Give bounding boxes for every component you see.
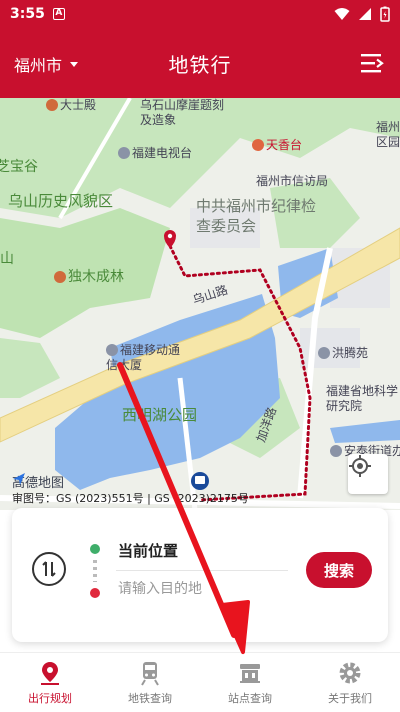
station-icon	[240, 663, 260, 683]
app-header: 福州市 地铁行	[0, 28, 400, 98]
tab-trip-planning[interactable]: 出行规划	[0, 653, 100, 712]
gear-icon	[339, 662, 361, 683]
tab-label: 站点查询	[228, 691, 272, 705]
map-label-wushan-temple: 乌石山摩崖题刻及造象	[140, 98, 225, 127]
locate-button[interactable]	[348, 454, 388, 494]
map-label-hongteng: 洪腾苑	[318, 344, 368, 361]
gaode-logo: 高德地图	[12, 472, 64, 491]
status-time: 3:55	[10, 6, 45, 22]
map-label-tv-tower: 福建电视台	[118, 144, 192, 161]
origin-field[interactable]: 当前位置	[118, 540, 178, 561]
map-label-tianxiangtai: 天香台	[252, 136, 302, 153]
tab-label: 地铁查询	[128, 691, 172, 705]
map-approval-number: 审图号：GS (2023)551号 | GS (2023)2175号	[12, 492, 249, 505]
location-pin-icon	[41, 661, 59, 685]
map-label-zhiguyan: 芝宝谷	[0, 159, 38, 175]
map-label-science-hall: 福建省地科学研究院	[326, 384, 399, 413]
bottom-tab-bar: 出行规划 地铁查询 站点查询 关于我们	[0, 652, 400, 712]
gaode-arrow-icon	[13, 473, 25, 485]
map-label-mobile-building: 福建移动通信大厦	[106, 343, 181, 372]
map-label-dashiyan: 大士殿	[46, 98, 96, 113]
tab-label: 关于我们	[328, 691, 372, 705]
tab-label: 出行规划	[28, 691, 72, 705]
status-icons	[334, 6, 390, 22]
map-label-fuzhou-district: 福州区园	[376, 120, 400, 149]
tab-metro-query[interactable]: 地铁查询	[100, 653, 200, 712]
start-marker-icon	[164, 230, 176, 248]
crosshair-icon	[349, 455, 371, 477]
start-dot	[90, 544, 100, 554]
destination-input[interactable]	[118, 581, 288, 597]
route-search-card: 当前位置 搜索	[12, 508, 388, 642]
signal-icon	[359, 8, 371, 20]
end-dot	[90, 588, 100, 598]
tab-station-query[interactable]: 站点查询	[200, 653, 300, 712]
divider	[116, 570, 288, 571]
search-button[interactable]: 搜索	[306, 552, 372, 588]
train-icon	[141, 661, 159, 686]
wifi-icon	[334, 8, 350, 20]
notification-app-icon: A	[52, 8, 65, 20]
swap-button[interactable]	[32, 552, 66, 586]
map-label-dumu: 独木成林	[54, 266, 124, 286]
battery-icon	[380, 6, 390, 22]
map-view[interactable]: 大士殿 乌石山摩崖题刻及造象 福建电视台 天香台 福州区园 芝宝谷 乌山历史风貌…	[0, 98, 400, 510]
map-label-discipline-committee: 中共福州市纪律检查委员会	[196, 197, 317, 235]
map-label-lake-park: 西明湖公园	[122, 406, 198, 424]
map-label-wushan-scenic: 乌山历史风貌区	[8, 192, 114, 210]
tab-about-us[interactable]: 关于我们	[300, 653, 400, 712]
map-label-shan: 山	[0, 251, 14, 267]
map-label-petition-bureau: 福州市信访局	[256, 174, 329, 188]
route-dots	[93, 560, 97, 582]
status-bar: 3:55 A	[0, 0, 400, 28]
menu-icon[interactable]	[360, 52, 384, 74]
swap-icon	[42, 561, 56, 577]
page-title: 地铁行	[168, 53, 232, 77]
